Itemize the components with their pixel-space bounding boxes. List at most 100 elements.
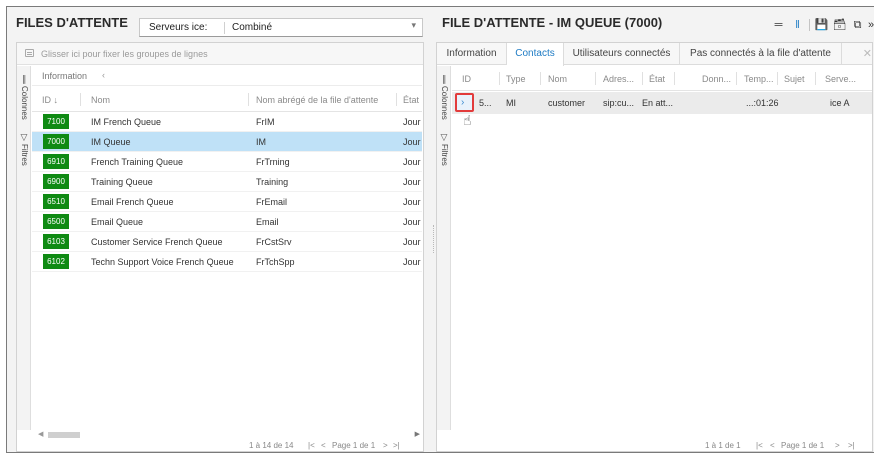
column-divider[interactable] bbox=[595, 72, 596, 85]
splitter-grip[interactable] bbox=[433, 225, 435, 253]
filters-side-tab[interactable]: ▽ Filtres bbox=[437, 132, 451, 166]
queue-id-badge: 7000 bbox=[43, 134, 69, 149]
contact-id: 5... bbox=[479, 98, 492, 108]
pager-next-button[interactable]: > bbox=[835, 441, 840, 450]
queues-title: FILES D'ATTENTE bbox=[16, 15, 128, 30]
tab-connected-users[interactable]: Utilisateurs connectés bbox=[564, 43, 680, 65]
server-value: Combiné bbox=[232, 22, 273, 33]
columns-side-tab[interactable]: ∥ Colonnes bbox=[437, 74, 451, 120]
col-header-time[interactable]: Temp... bbox=[744, 74, 774, 84]
pager-prev-button[interactable]: < bbox=[321, 441, 326, 450]
col-header-state[interactable]: État bbox=[649, 74, 665, 84]
pager-first-button[interactable]: |< bbox=[756, 441, 763, 450]
queue-state: Jour bbox=[403, 217, 421, 227]
pager-first-button[interactable]: |< bbox=[308, 441, 315, 450]
columns-side-tab-label: Colonnes bbox=[20, 86, 29, 120]
horizontal-scrollbar[interactable]: ◀ ▶ bbox=[32, 430, 422, 440]
tab-information[interactable]: Information bbox=[437, 43, 507, 65]
queue-id-badge: 6510 bbox=[43, 194, 69, 209]
column-divider[interactable] bbox=[736, 72, 737, 85]
queue-state: Jour bbox=[403, 177, 421, 187]
restore-window-icon[interactable]: ⧉ bbox=[849, 16, 866, 34]
queues-pager: 1 à 14 de 14 |< < Page 1 de 1 > >| bbox=[17, 441, 423, 453]
col-header-state[interactable]: État bbox=[403, 95, 419, 105]
queue-id-badge: 6910 bbox=[43, 154, 69, 169]
col-header-subject[interactable]: Sujet bbox=[784, 74, 805, 84]
column-divider[interactable] bbox=[248, 93, 249, 106]
queue-name: French Training Queue bbox=[91, 157, 184, 167]
column-divider[interactable] bbox=[499, 72, 500, 85]
save-all-icon[interactable]: 🗃 bbox=[831, 16, 848, 34]
queue-name: Customer Service French Queue bbox=[91, 237, 223, 247]
pager-last-button[interactable]: >| bbox=[848, 441, 855, 450]
table-row[interactable]: 6103 Customer Service French Queue FrCst… bbox=[32, 232, 422, 252]
vertical-split-icon[interactable]: ‖ bbox=[789, 16, 806, 34]
chevron-left-icon[interactable]: ‹ bbox=[102, 70, 105, 80]
queue-id-badge: 7100 bbox=[43, 114, 69, 129]
pager-prev-button[interactable]: < bbox=[770, 441, 775, 450]
row-expander[interactable]: › bbox=[455, 93, 474, 112]
col-header-address[interactable]: Adres... bbox=[603, 74, 634, 84]
column-divider[interactable] bbox=[674, 72, 675, 85]
queue-detail-pane: FILE D'ATTENTE - IM QUEUE (7000) ═ ‖ 💾 🗃… bbox=[436, 7, 874, 452]
grouping-drop-zone[interactable]: Glisser ici pour fixer les groupes de li… bbox=[17, 43, 423, 65]
chevron-down-icon[interactable]: ▾ bbox=[411, 20, 416, 31]
col-header-server[interactable]: Serve... bbox=[825, 74, 856, 84]
queue-name: IM Queue bbox=[91, 137, 131, 147]
col-header-type[interactable]: Type bbox=[506, 74, 526, 84]
column-group-label: Information bbox=[42, 71, 88, 81]
table-row[interactable]: 6102 Techn Support Voice French Queue Fr… bbox=[32, 252, 422, 272]
table-row[interactable]: 6510 Email French Queue FrEmail Jour bbox=[32, 192, 422, 212]
contact-row[interactable]: › 5... MI customer sip:cu... En att... .… bbox=[452, 92, 872, 128]
server-select[interactable]: Serveurs ice: Combiné ▾ bbox=[139, 18, 423, 37]
col-header-id[interactable]: ID bbox=[462, 74, 471, 84]
column-divider[interactable] bbox=[396, 93, 397, 106]
queue-state: Jour bbox=[403, 257, 421, 267]
queues-table-header: ID ↓ Nom Nom abrégé de la file d'attente… bbox=[32, 87, 422, 112]
queue-state: Jour bbox=[403, 197, 421, 207]
col-header-name[interactable]: Nom bbox=[91, 95, 110, 105]
pager-last-button[interactable]: >| bbox=[393, 441, 400, 450]
col-header-short-name[interactable]: Nom abrégé de la file d'attente bbox=[256, 95, 378, 105]
queue-name: Email Queue bbox=[91, 217, 144, 227]
contact-type: MI bbox=[506, 98, 516, 108]
filters-side-tab[interactable]: ▽ Filtres bbox=[17, 132, 31, 166]
scroll-right-icon[interactable]: ▶ bbox=[415, 430, 420, 438]
column-divider[interactable] bbox=[777, 72, 778, 85]
queue-id-badge: 6102 bbox=[43, 254, 69, 269]
queue-short-name: FrTrning bbox=[256, 157, 290, 167]
columns-side-tab[interactable]: ∥ Colonnes bbox=[17, 74, 31, 120]
col-header-data[interactable]: Donn... bbox=[702, 74, 731, 84]
columns-icon: ∥ bbox=[441, 74, 447, 84]
columns-side-tab-label: Colonnes bbox=[440, 86, 449, 120]
col-header-id[interactable]: ID ↓ bbox=[42, 95, 58, 105]
collapse-icon[interactable]: » bbox=[867, 16, 875, 34]
queue-id-badge: 6900 bbox=[43, 174, 69, 189]
table-row[interactable]: 6500 Email Queue Email Jour bbox=[32, 212, 422, 232]
pager-next-button[interactable]: > bbox=[383, 441, 388, 450]
column-group-header[interactable]: Information ‹ bbox=[32, 66, 422, 86]
queue-short-name: Email bbox=[256, 217, 279, 227]
table-row[interactable]: 6900 Training Queue Training Jour bbox=[32, 172, 422, 192]
close-icon[interactable]: ✕ bbox=[863, 47, 872, 60]
horizontal-split-icon[interactable]: ═ bbox=[770, 16, 787, 34]
scrollbar-thumb[interactable] bbox=[48, 432, 80, 438]
tab-not-connected[interactable]: Pas connectés à la file d'attente bbox=[680, 43, 842, 65]
contact-address: sip:cu... bbox=[603, 98, 635, 108]
table-row[interactable]: 7100 IM French Queue FrIM Jour bbox=[32, 112, 422, 132]
column-divider[interactable] bbox=[540, 72, 541, 85]
column-divider[interactable] bbox=[815, 72, 816, 85]
save-icon[interactable]: 💾 bbox=[813, 16, 830, 34]
tab-contacts[interactable]: Contacts bbox=[507, 43, 564, 66]
scroll-left-icon[interactable]: ◀ bbox=[38, 430, 43, 438]
table-row[interactable]: 6910 French Training Queue FrTrning Jour bbox=[32, 152, 422, 172]
table-row-selected[interactable]: 7000 IM Queue IM Jour bbox=[32, 132, 422, 152]
queue-id-badge: 6500 bbox=[43, 214, 69, 229]
queues-header: FILES D'ATTENTE Serveurs ice: Combiné ▾ bbox=[7, 7, 432, 39]
contact-time: ...:01:26 bbox=[746, 98, 779, 108]
queues-grid: Glisser ici pour fixer les groupes de li… bbox=[16, 42, 424, 452]
column-divider[interactable] bbox=[80, 93, 81, 106]
col-header-name[interactable]: Nom bbox=[548, 74, 567, 84]
column-divider[interactable] bbox=[642, 72, 643, 85]
queue-name: IM French Queue bbox=[91, 117, 162, 127]
